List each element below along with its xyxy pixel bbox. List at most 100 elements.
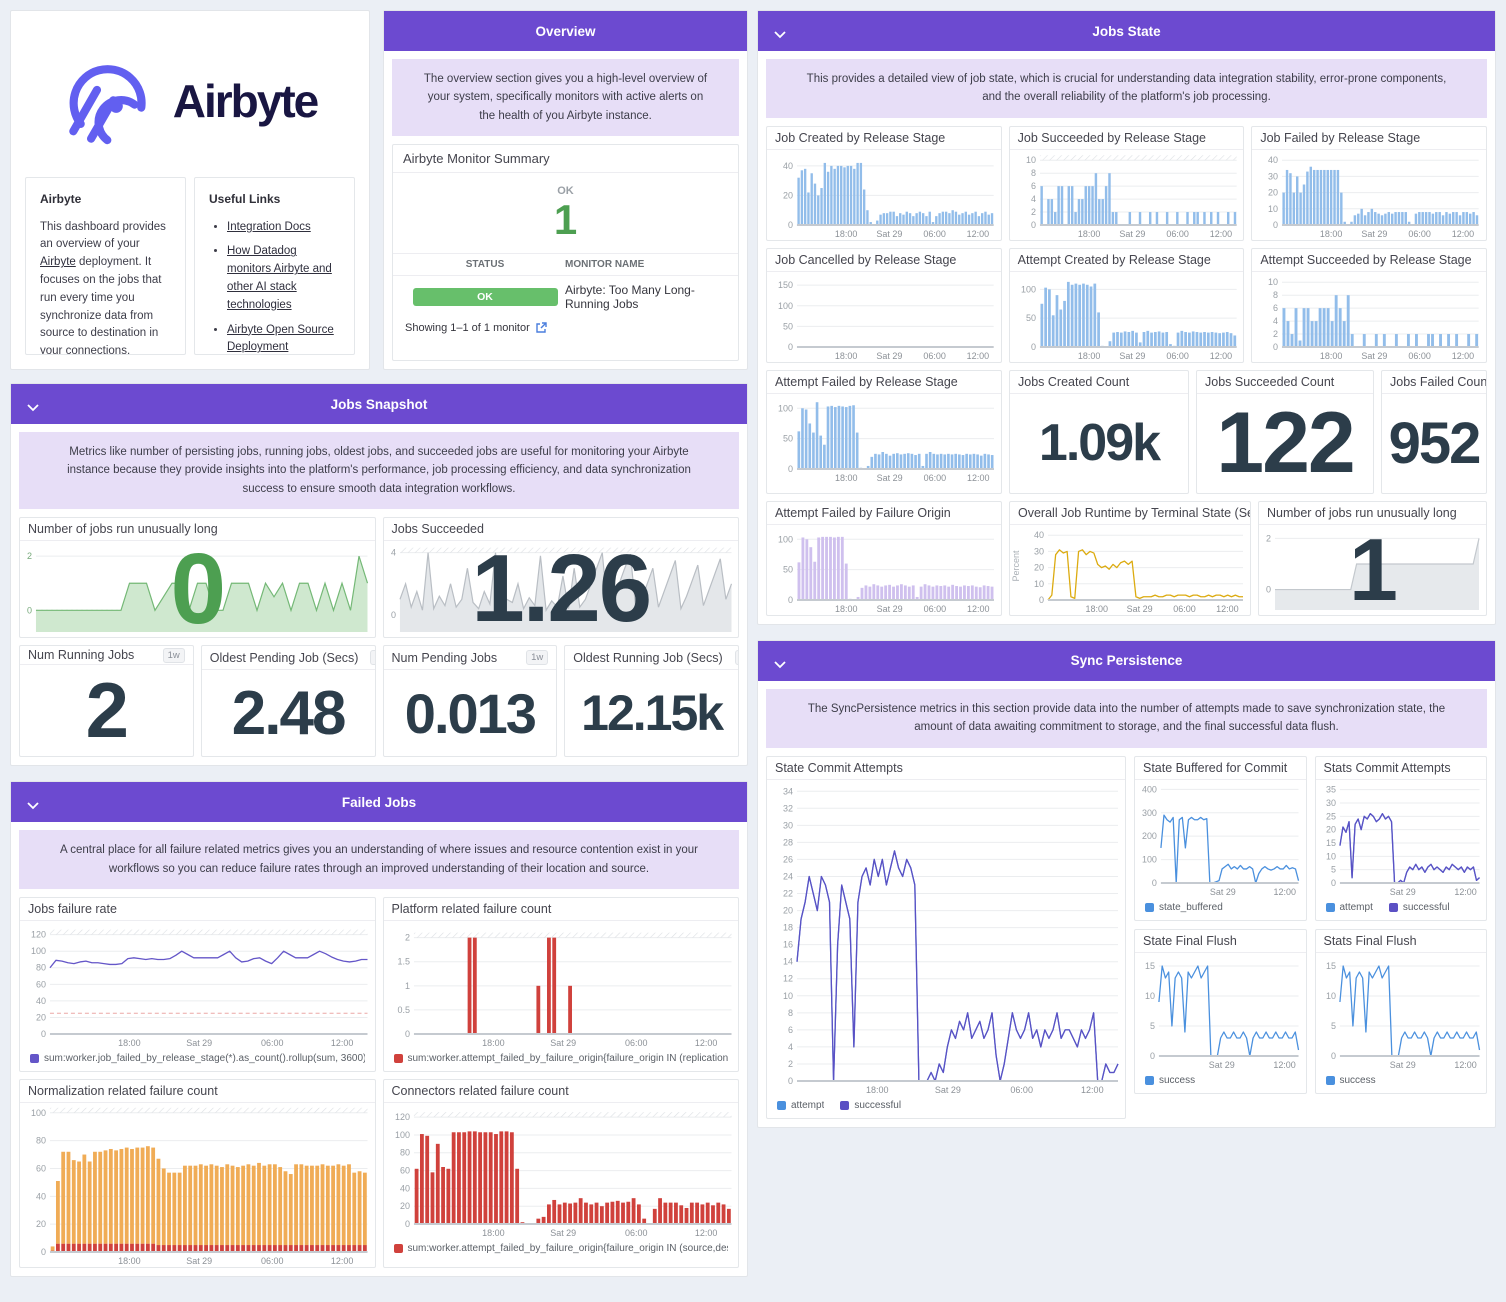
link-datadog-monitors[interactable]: How Datadog monitors Airbyte and other A… — [227, 245, 332, 310]
svg-text:Sat 29: Sat 29 — [1389, 1060, 1415, 1070]
chart-job-cancelled-by-release-stage: Job Cancelled by Release Stage 0 50 100 150… — [766, 247, 1002, 363]
svg-text:6: 6 — [788, 1024, 793, 1034]
failed-jobs-header[interactable]: Failed Jobs — [11, 782, 747, 823]
area-chart[interactable]: 02 1 — [1259, 520, 1486, 615]
chart-title: Number of jobs run unusually long — [1259, 502, 1486, 525]
svg-text:2: 2 — [27, 551, 32, 561]
svg-text:Sat 29: Sat 29 — [1119, 351, 1145, 361]
chevron-down-icon[interactable] — [774, 27, 786, 42]
line-chart[interactable]: 0 2 4 6 8 10 12 14 16 18 20 22 24 26 28 30 32 34 18:00 Sat … — [767, 780, 1125, 1096]
svg-text:26: 26 — [783, 854, 793, 864]
line-chart[interactable]: 0 20 40 60 80 100 120 18:00 Sat 29 06:00 12:00 — [20, 921, 375, 1049]
bar-chart[interactable]: 0 2 4 6 8 10 18:00 Sat 29 06:00 12:00 — [1010, 150, 1244, 240]
svg-text:40: 40 — [783, 161, 793, 171]
svg-text:12:00: 12:00 — [1273, 1060, 1295, 1070]
table-row[interactable]: OK Airbyte: Too Many Long-Running Jobs — [393, 276, 738, 318]
line-chart[interactable]: 0 100 200 300 400 Sat 29 12:00 — [1135, 780, 1306, 898]
chevron-down-icon[interactable] — [27, 400, 39, 415]
svg-text:0: 0 — [788, 595, 793, 605]
svg-text:06:00: 06:00 — [924, 604, 947, 614]
monitor-name[interactable]: Airbyte: Too Many Long-Running Jobs — [565, 283, 726, 311]
number-title: Jobs Failed Count — [1382, 371, 1486, 394]
legend-item[interactable]: sum:worker.attempt_failed_by_failure_ori… — [393, 1243, 728, 1254]
svg-text:0: 0 — [41, 1029, 46, 1039]
chart-title: Overall Job Runtime by Terminal State (S… — [1010, 502, 1250, 525]
legend-item[interactable]: successful — [840, 1100, 901, 1111]
svg-text:06:00: 06:00 — [1010, 1085, 1033, 1095]
bar-chart[interactable]: 0 20 40 60 80 100 120 18:00 Sat 29 06:00 12:00 — [384, 1103, 739, 1239]
svg-text:100: 100 — [394, 1130, 409, 1140]
line-chart[interactable]: 0 5 10 15 Sat 29 12:00 — [1135, 953, 1306, 1071]
sync-persistence-header[interactable]: Sync Persistence — [758, 640, 1495, 681]
svg-text:18:00: 18:00 — [835, 351, 857, 361]
svg-text:28: 28 — [783, 837, 793, 847]
line-chart[interactable]: 0 5 10 15 Sat 29 12:00 — [1316, 953, 1487, 1071]
legend-item[interactable]: attempt — [1325, 902, 1373, 913]
bar-chart[interactable]: 0 50 100 18:00 Sat 29 06:00 12:00 — [767, 525, 1001, 615]
overview-description: The overview section gives you a high-le… — [392, 59, 739, 137]
bar-chart[interactable]: 0 20 40 18:00 Sat 29 06:00 12:00 — [767, 150, 1001, 240]
chart-state-buffered-for-commit: State Buffered for Commit 0 100 200 300 400 S… — [1134, 755, 1307, 921]
bar-chart[interactable]: 0 50 100 18:00 Sat 29 06:00 12:00 — [767, 394, 1001, 484]
number-value: 122 — [1216, 394, 1356, 491]
chart-title: Attempt Created by Release Stage — [1009, 249, 1244, 272]
status-badge[interactable]: OK — [412, 288, 558, 307]
jobs-state-header[interactable]: Jobs State — [758, 11, 1495, 51]
line-chart[interactable]: 0 10 20 30 40 18:00 Sat 29 06:00 12:00 Percent — [1010, 525, 1250, 615]
timeframe-badge: 1w — [162, 647, 185, 663]
bar-chart[interactable]: 0 2 4 6 8 10 18:00 Sat 29 06:00 12:00 — [1252, 272, 1486, 362]
svg-text:10: 10 — [1145, 991, 1155, 1001]
legend-item[interactable]: attempt — [777, 1100, 824, 1111]
number-jobs-created-count: Jobs Created Count 1.09k — [1009, 369, 1189, 494]
area-chart[interactable]: 02 0 — [20, 533, 375, 637]
legend-item[interactable]: sum:worker.job_failed_by_release_stage(*… — [30, 1053, 365, 1064]
svg-text:0.5: 0.5 — [397, 1005, 409, 1015]
svg-text:15: 15 — [1325, 961, 1335, 971]
svg-text:20: 20 — [399, 1201, 409, 1211]
legend-item[interactable]: state_buffered — [1145, 902, 1223, 913]
svg-text:18:00: 18:00 — [1078, 351, 1100, 361]
stacked-bar-chart[interactable]: 0 20 40 60 80 100 18:00 Sat 29 06:00 12:00 — [20, 1103, 375, 1267]
legend-item[interactable]: sum:worker.attempt_failed_by_failure_ori… — [393, 1053, 728, 1064]
svg-text:Sat 29: Sat 29 — [550, 1038, 576, 1048]
svg-text:0: 0 — [404, 1219, 409, 1229]
number-title: Num Pending Jobs — [391, 650, 498, 665]
area-chart[interactable]: 04 1.26 — [384, 535, 739, 637]
svg-text:4: 4 — [1031, 194, 1036, 204]
svg-text:100: 100 — [31, 1108, 46, 1118]
overview-header[interactable]: Overview — [384, 11, 747, 51]
legend-item[interactable]: success — [1145, 1075, 1195, 1086]
legend-item[interactable]: successful — [1388, 902, 1450, 913]
airbyte-link[interactable]: Airbyte — [40, 256, 76, 268]
chevron-down-icon[interactable] — [774, 657, 786, 672]
bar-chart[interactable]: 0 50 100 18:00 Sat 29 06:00 12:00 — [1010, 272, 1244, 362]
bar-chart[interactable]: 0 10 20 30 40 18:00 Sat 29 06:00 12:00 — [1252, 150, 1486, 240]
svg-text:18:00: 18:00 — [118, 1038, 140, 1048]
number-value: 12.15k — [581, 685, 724, 742]
number-value: 2 — [85, 666, 129, 755]
chart-title: Job Created by Release Stage — [767, 127, 1001, 150]
chart-title: Stats Final Flush — [1315, 930, 1486, 953]
svg-text:100: 100 — [778, 534, 793, 544]
link-integration-docs[interactable]: Integration Docs — [227, 221, 311, 233]
chart-overall-job-runtime-by-terminal-state: Overall Job Runtime by Terminal State (S… — [1009, 500, 1251, 616]
svg-text:5: 5 — [1330, 864, 1335, 874]
chart-number-of-jobs-run-unusually-long-state: Number of jobs run unusually long 02 1 — [1258, 500, 1487, 616]
line-chart[interactable]: 0 5 10 15 20 25 30 35 Sat 29 12:00 — [1316, 780, 1487, 898]
svg-text:16: 16 — [783, 939, 793, 949]
chevron-down-icon[interactable] — [27, 798, 39, 813]
svg-text:Sat 29: Sat 29 — [1127, 604, 1153, 614]
legend-item[interactable]: success — [1325, 1075, 1376, 1086]
svg-text:18:00: 18:00 — [1320, 229, 1342, 239]
jobs-snapshot-title: Jobs Snapshot — [330, 396, 428, 412]
svg-text:12:00: 12:00 — [1209, 351, 1231, 361]
svg-text:18:00: 18:00 — [482, 1038, 504, 1048]
jobs-snapshot-header[interactable]: Jobs Snapshot — [11, 384, 747, 424]
bar-chart[interactable]: 0 50 100 150 18:00 Sat 29 06:00 12:00 — [767, 272, 1001, 362]
link-open-source-deployment[interactable]: Airbyte Open Source Deployment — [227, 324, 334, 354]
external-link-icon[interactable] — [535, 322, 547, 334]
svg-text:100: 100 — [778, 301, 793, 311]
bar-chart[interactable]: 0 0.5 1 1.5 2 18:00 Sat 29 06:00 12:00 — [384, 921, 739, 1049]
svg-text:40: 40 — [1034, 530, 1044, 540]
svg-text:40: 40 — [36, 996, 46, 1006]
